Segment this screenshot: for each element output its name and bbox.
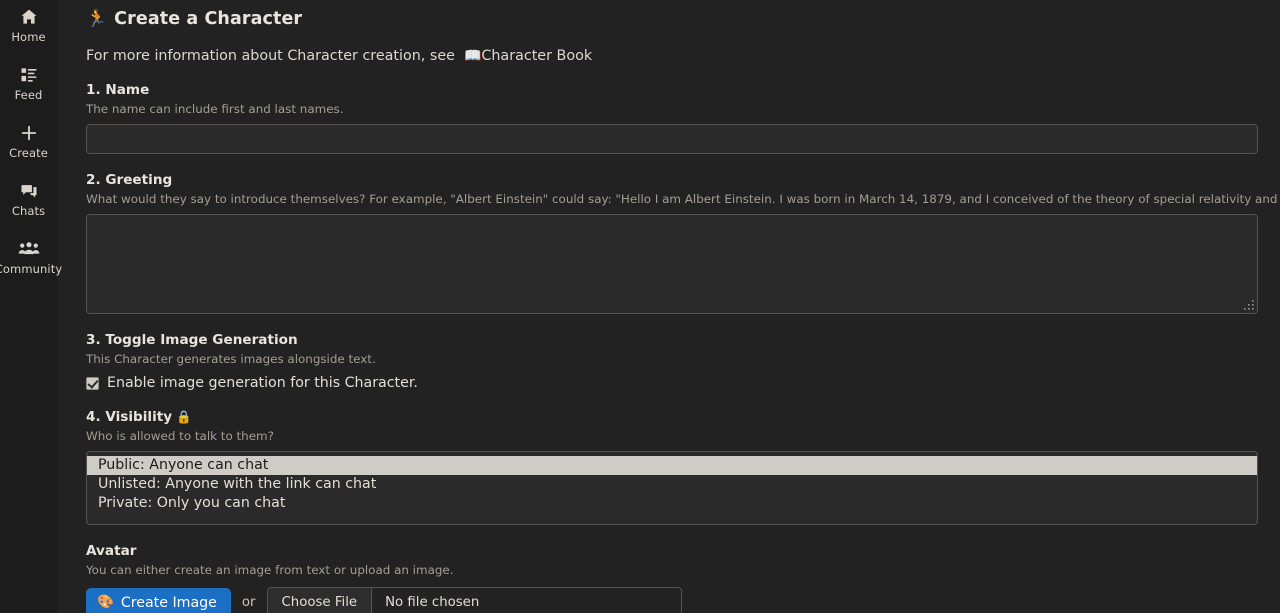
greeting-section: 2. Greeting What would they say to intro…: [86, 172, 1280, 314]
name-section-help: The name can include first and last name…: [86, 102, 344, 116]
greeting-section-title: 2. Greeting: [86, 172, 173, 188]
image-generation-section-help: This Character generates images alongsid…: [86, 352, 376, 366]
greeting-section-help: What would they say to introduce themsel…: [86, 192, 1280, 206]
visibility-option-private[interactable]: Private: Only you can chat: [87, 494, 1257, 513]
name-input[interactable]: [86, 124, 1258, 154]
palette-icon: 🎨: [97, 593, 114, 610]
create-image-button-label: Create Image: [120, 594, 217, 611]
runner-icon: 🏃: [86, 8, 108, 29]
choose-file-button[interactable]: Choose File: [267, 588, 373, 613]
info-text: For more information about Character cre…: [86, 48, 455, 64]
image-generation-check-row[interactable]: Enable image generation for this Charact…: [86, 375, 1258, 391]
page-header: 🏃 Create a Character: [86, 9, 1258, 29]
visibility-section-help: Who is allowed to talk to them?: [86, 429, 274, 443]
enable-image-generation-label[interactable]: Enable image generation for this Charact…: [107, 375, 418, 391]
visibility-option-public[interactable]: Public: Anyone can chat: [87, 456, 1257, 475]
or-label: or: [241, 595, 256, 610]
sidebar-item-home[interactable]: Home: [0, 2, 57, 48]
people-group-icon: [18, 238, 40, 260]
image-generation-section: 3. Toggle Image Generation This Characte…: [86, 332, 1258, 391]
avatar-row: 🎨 Create Image or Choose File No file ch…: [86, 587, 1258, 613]
visibility-title-text: 4. Visibility: [86, 409, 173, 425]
greeting-textarea[interactable]: [86, 214, 1258, 314]
file-status-label: No file chosen: [385, 595, 480, 610]
page-title: Create a Character: [114, 9, 303, 29]
sidebar-item-chats[interactable]: Chats: [0, 176, 57, 222]
create-image-button[interactable]: 🎨 Create Image: [86, 588, 231, 613]
home-icon: [18, 6, 40, 28]
sidebar-item-create[interactable]: Create: [0, 118, 57, 164]
visibility-section: 4. Visibility 🔒 Who is allowed to talk t…: [86, 409, 1258, 525]
app-root: Home Feed Create Chats Community 🏃 Creat…: [0, 0, 1280, 613]
avatar-section: Avatar You can either create an image fr…: [86, 543, 1258, 613]
enable-image-generation-checkbox[interactable]: [86, 376, 99, 390]
sidebar-item-label-home: Home: [11, 30, 46, 44]
name-section: 1. Name The name can include first and l…: [86, 82, 1258, 154]
visibility-section-title: 4. Visibility 🔒: [86, 409, 1258, 425]
sidebar-item-community[interactable]: Community: [0, 234, 62, 280]
sidebar-item-label-chats: Chats: [11, 204, 46, 218]
lock-icon: 🔒: [176, 409, 192, 424]
avatar-section-help: You can either create an image from text…: [86, 563, 454, 577]
visibility-option-unlisted[interactable]: Unlisted: Anyone with the link can chat: [87, 475, 1257, 494]
sidebar-item-label-create: Create: [9, 146, 48, 160]
chat-bubbles-icon: [18, 180, 40, 202]
plus-icon: [18, 122, 40, 144]
avatar-file-input[interactable]: Choose File No file chosen: [266, 587, 682, 613]
character-book-link[interactable]: Character Book: [481, 48, 592, 64]
sidebar-item-feed[interactable]: Feed: [0, 60, 57, 106]
feed-icon: [18, 64, 40, 86]
sidebar-item-label-feed: Feed: [14, 88, 43, 102]
info-line: For more information about Character cre…: [86, 48, 1258, 64]
sidebar: Home Feed Create Chats Community: [0, 0, 62, 613]
main-content: 🏃 Create a Character For more informatio…: [57, 0, 1280, 613]
greeting-textarea-wrap: [86, 214, 1258, 314]
book-icon: 📖: [463, 48, 482, 64]
visibility-listbox[interactable]: Public: Anyone can chat Unlisted: Anyone…: [86, 451, 1258, 525]
name-section-title: 1. Name: [86, 82, 150, 98]
avatar-section-title: Avatar: [86, 543, 137, 559]
image-generation-section-title: 3. Toggle Image Generation: [86, 332, 298, 348]
sidebar-item-label-community: Community: [0, 262, 63, 276]
